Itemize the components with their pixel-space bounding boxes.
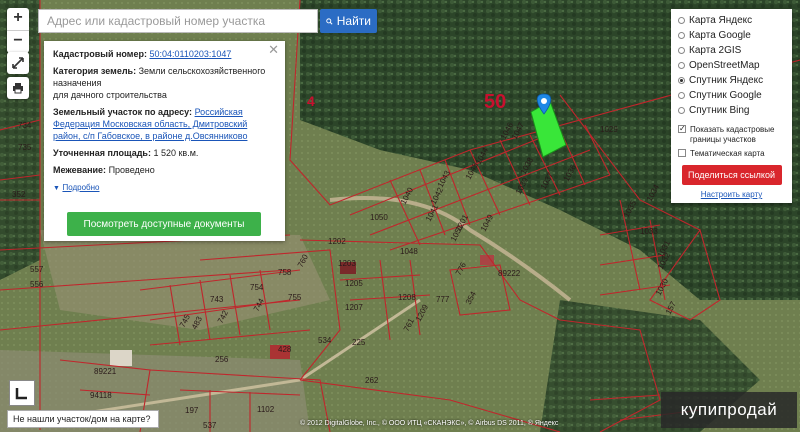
thematic-toggle[interactable]: Тематическая карта bbox=[678, 149, 785, 159]
plot-label: 537 bbox=[203, 421, 217, 430]
roof bbox=[480, 255, 494, 265]
setup-map-link[interactable]: Настроить карту bbox=[678, 190, 785, 199]
layer-option[interactable]: Карта Яндекс bbox=[678, 13, 785, 28]
plot-label: 225 bbox=[352, 338, 366, 347]
zoom-in-button[interactable]: + bbox=[7, 8, 29, 30]
layer-option[interactable]: Спутник Bing bbox=[678, 103, 785, 118]
layer-option[interactable]: Спутник Google bbox=[678, 88, 785, 103]
plot-label: 735 bbox=[18, 143, 32, 152]
layer-option[interactable]: Карта Google bbox=[678, 28, 785, 43]
layer-option[interactable]: Спутник Яндекс bbox=[678, 73, 785, 88]
survey-label: Межевание: bbox=[53, 165, 107, 175]
plot-label: 556 bbox=[30, 280, 44, 289]
layer-option-label: Спутник Яндекс bbox=[689, 75, 764, 86]
plot-label: 1207 bbox=[345, 303, 363, 312]
plot-label: 256 bbox=[215, 355, 229, 364]
category-label: Категория земель: bbox=[53, 66, 137, 76]
plot-label: 94118 bbox=[90, 391, 112, 400]
layer-option-label: Карта Google bbox=[689, 30, 751, 41]
plot-label: 89221 bbox=[94, 367, 117, 376]
not-found-link[interactable]: Не нашли участок/дом на карте? bbox=[7, 410, 159, 428]
address-label: Земельный участок по адресу: bbox=[53, 107, 193, 117]
plot-label: 534 bbox=[318, 336, 332, 345]
share-link-button[interactable]: Поделиться ссылкой bbox=[681, 165, 782, 185]
zoom-out-button[interactable]: − bbox=[7, 30, 29, 53]
plot-label: 1029 bbox=[600, 125, 618, 134]
show-borders-toggle[interactable]: ✓ Показать кадастровые границы участков bbox=[678, 125, 785, 145]
thematic-checkbox[interactable] bbox=[678, 149, 686, 157]
layer-radio[interactable] bbox=[678, 92, 685, 99]
thematic-label: Тематическая карта bbox=[690, 149, 765, 158]
layer-radio[interactable] bbox=[678, 32, 685, 39]
cadastral-number-link[interactable]: 50:04:0110203:1047 bbox=[149, 49, 231, 59]
plot-label: 197 bbox=[185, 406, 199, 415]
corner-icon bbox=[15, 388, 27, 400]
survey-value: Проведено bbox=[108, 165, 155, 175]
plot-label: 755 bbox=[288, 293, 302, 302]
fullscreen-button[interactable] bbox=[7, 52, 29, 74]
layer-option-label: OpenStreetMap bbox=[689, 60, 760, 71]
view-documents-button[interactable]: Посмотреть доступные документы bbox=[67, 212, 261, 236]
print-button[interactable] bbox=[7, 77, 29, 99]
show-borders-label: Показать кадастровые границы участков bbox=[690, 125, 775, 144]
parcel-info-card: ✕ Кадастровый номер: 50:04:0110203:1047 … bbox=[44, 41, 285, 241]
plot-label: 1033 bbox=[640, 227, 658, 236]
plot-label: 352 bbox=[12, 190, 26, 199]
brand-watermark: купипродай bbox=[661, 392, 797, 428]
layer-option[interactable]: Карта 2GIS bbox=[678, 43, 785, 58]
plot-label: 262 bbox=[365, 376, 379, 385]
plot-label: 1205 bbox=[345, 279, 363, 288]
layer-option-label: Карта Яндекс bbox=[689, 15, 753, 26]
plot-label: 428 bbox=[278, 345, 292, 354]
plot-label: 1202 bbox=[328, 237, 346, 246]
plot-label: 777 bbox=[436, 295, 450, 304]
layer-options: Карта Яндекс Карта Google Карта 2GIS OpenSt… bbox=[678, 13, 785, 118]
quarter-label-4: 4 bbox=[307, 93, 315, 109]
plot-label: 1048 bbox=[400, 247, 418, 256]
layers-toggle-button[interactable] bbox=[9, 380, 35, 406]
layer-radio[interactable] bbox=[678, 17, 685, 24]
zoom-control: + − bbox=[7, 8, 29, 53]
copyright-text: © 2012 DigitalGlobe, Inc., © ООО ИТЦ «СК… bbox=[300, 420, 559, 427]
close-icon[interactable]: ✕ bbox=[268, 43, 279, 56]
printer-icon bbox=[13, 83, 23, 94]
layer-option-label: Спутник Bing bbox=[689, 105, 750, 116]
caret-down-icon: ▼ bbox=[53, 185, 60, 192]
layer-radio[interactable] bbox=[678, 77, 685, 84]
search-button-label: Найти bbox=[336, 14, 371, 28]
plot-label: 557 bbox=[30, 265, 44, 274]
layer-radio[interactable] bbox=[678, 62, 685, 69]
plot-label: 1050 bbox=[370, 213, 388, 222]
roof bbox=[110, 350, 132, 366]
plot-label: 1208 bbox=[398, 293, 416, 302]
layer-option-label: Карта 2GIS bbox=[689, 45, 742, 56]
plot-label: 1203 bbox=[338, 259, 356, 268]
quarter-label-50: 50 bbox=[484, 91, 506, 113]
layer-radio[interactable] bbox=[678, 47, 685, 54]
more-details-link[interactable]: Подробно bbox=[62, 183, 99, 192]
plot-label: 734 bbox=[18, 121, 32, 130]
plot-label: 89222 bbox=[498, 269, 521, 278]
search-icon bbox=[326, 17, 333, 25]
layer-option[interactable]: OpenStreetMap bbox=[678, 58, 785, 73]
plot-label: 758 bbox=[278, 268, 292, 277]
map-layer-panel: Карта Яндекс Карта Google Карта 2GIS OpenSt… bbox=[671, 9, 792, 203]
expand-icon bbox=[12, 57, 24, 69]
layer-option-label: Спутник Google bbox=[689, 90, 762, 101]
search-button[interactable]: Найти bbox=[320, 9, 377, 33]
show-borders-checkbox[interactable]: ✓ bbox=[678, 125, 686, 133]
plot-label: 1102 bbox=[257, 405, 275, 414]
category-use: для дачного строительства bbox=[53, 90, 167, 100]
area-value: 1 520 кв.м. bbox=[153, 148, 199, 158]
plot-label: 754 bbox=[250, 283, 264, 292]
cadastral-label: Кадастровый номер: bbox=[53, 49, 147, 59]
area-label: Уточненная площадь: bbox=[53, 148, 151, 158]
layer-radio[interactable] bbox=[678, 107, 685, 114]
search-input[interactable] bbox=[38, 9, 318, 33]
plot-label: 743 bbox=[210, 295, 224, 304]
